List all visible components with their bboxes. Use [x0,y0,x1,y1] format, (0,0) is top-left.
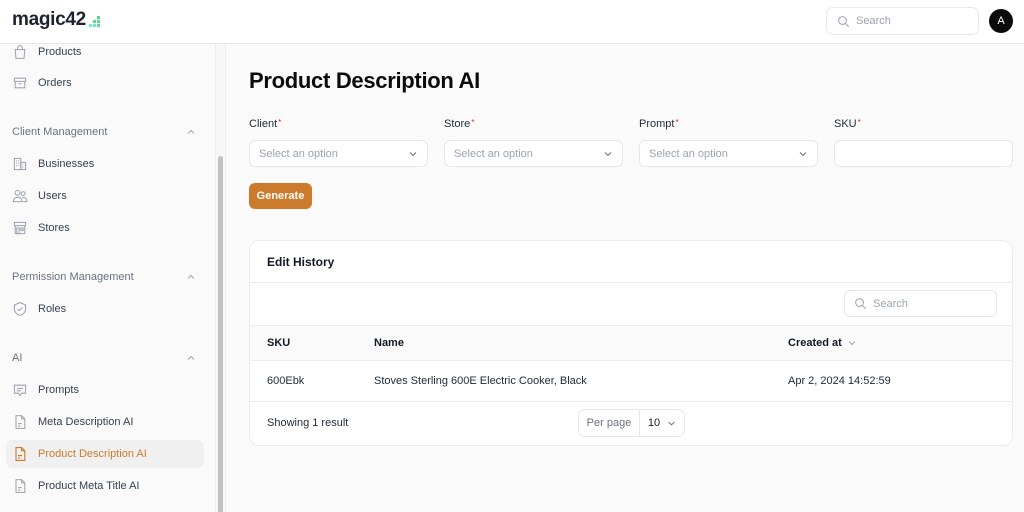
sidebar-item-label: Prompts [38,384,79,396]
sidebar-item-label: Users [38,190,67,202]
avatar[interactable]: A [989,9,1013,33]
chat-bubble-icon [12,382,28,398]
store-label: Store* [444,118,475,130]
sku-field: SKU* [834,118,1013,167]
sku-input[interactable] [834,140,1013,167]
prompt-field: Prompt* Select an option [639,118,818,167]
client-select-placeholder: Select an option [259,147,338,160]
document-icon [12,446,28,462]
column-header-created-at[interactable]: Created at [788,337,857,349]
logo[interactable]: magic42 [12,9,100,31]
sidebar-item-products[interactable]: Products [6,44,204,66]
sidebar-item-label: Products [38,46,82,58]
search-icon [855,298,867,310]
per-page-select[interactable]: Per page 10 [578,409,685,437]
divider [250,282,1012,283]
column-header-sku[interactable]: SKU [267,337,290,349]
page-title: Product Description AI [249,68,480,93]
archive-box-icon [12,75,28,91]
edit-history-title: Edit History [267,255,335,269]
sort-chevron-down-icon [848,341,856,346]
client-select[interactable]: Select an option [249,140,428,167]
table-header: SKU Name Created at [250,325,1012,361]
shopping-bag-icon [12,44,28,60]
sidebar-item-label: Product Meta Title AI [38,480,140,492]
sidebar-item-meta-description-ai[interactable]: Meta Description AI [6,408,204,436]
shield-check-icon [12,301,28,317]
chevron-down-icon [409,151,417,156]
sidebar-scrollbar-thumb[interactable] [218,156,223,512]
users-icon [12,188,28,204]
results-summary: Showing 1 result [267,417,349,429]
storefront-icon [12,220,28,236]
sidebar-item-roles[interactable]: Roles [6,295,204,323]
cell-name: Stoves Sterling 600E Electric Cooker, Bl… [374,375,587,387]
cell-sku: 600Ebk [267,375,305,387]
table-search[interactable] [844,290,997,317]
prompt-select-placeholder: Select an option [649,147,728,160]
sidebar: Products Orders Client Management Busine… [0,44,216,512]
chevron-down-icon [604,151,612,156]
store-select-placeholder: Select an option [454,147,533,160]
table-search-input[interactable] [873,297,983,310]
client-field: Client* Select an option [249,118,428,167]
prompt-label: Prompt* [639,118,679,130]
sidebar-item-businesses[interactable]: Businesses [6,150,204,178]
sidebar-item-users[interactable]: Users [6,182,204,210]
sidebar-scrollbar[interactable] [216,44,226,512]
sidebar-item-orders[interactable]: Orders [6,69,204,97]
top-bar: magic42 A [0,0,1024,44]
sidebar-item-label: Meta Description AI [38,416,134,428]
building-icon [12,156,28,172]
sidebar-item-label: Orders [38,77,72,89]
sidebar-item-label: Businesses [38,158,95,170]
logo-text: magic42 [12,9,86,30]
main-content: Product Description AI Client* Select an… [227,44,1024,512]
cell-created-at: Apr 2, 2024 14:52:59 [788,375,891,387]
store-field: Store* Select an option [444,118,623,167]
sidebar-item-prompts[interactable]: Prompts [6,376,204,404]
group-label-permission-management: Permission Management [12,271,134,283]
chevron-up-icon[interactable] [186,353,196,363]
sku-label: SKU* [834,118,861,130]
per-page-value[interactable]: 10 [640,417,684,429]
sidebar-item-stores[interactable]: Stores [6,214,204,242]
generate-button[interactable]: Generate [249,183,312,209]
group-label-ai: AI [12,352,23,364]
client-label: Client* [249,118,282,130]
sidebar-item-product-description-ai[interactable]: Product Description AI [6,440,204,468]
store-select[interactable]: Select an option [444,140,623,167]
logo-dots-icon [88,16,100,27]
prompt-select[interactable]: Select an option [639,140,818,167]
global-search[interactable] [826,7,979,35]
group-label-client-management: Client Management [12,126,108,138]
document-icon [12,478,28,494]
column-header-name[interactable]: Name [374,337,404,349]
document-icon [12,414,28,430]
search-icon [838,15,850,27]
sidebar-item-product-meta-title-ai[interactable]: Product Meta Title AI [6,472,204,500]
table-row[interactable]: 600Ebk Stoves Sterling 600E Electric Coo… [250,361,1012,402]
chevron-up-icon[interactable] [186,272,196,282]
chevron-down-icon [668,421,675,426]
sidebar-item-label: Roles [38,303,67,315]
global-search-input[interactable] [856,15,966,27]
chevron-up-icon[interactable] [186,127,196,137]
per-page-label: Per page [579,410,640,436]
edit-history-card: Edit History SKU Name Created at 600Ebk … [249,240,1013,446]
sidebar-item-label: Stores [38,222,70,234]
chevron-down-icon [799,151,807,156]
sidebar-item-label: Product Description AI [38,448,147,460]
